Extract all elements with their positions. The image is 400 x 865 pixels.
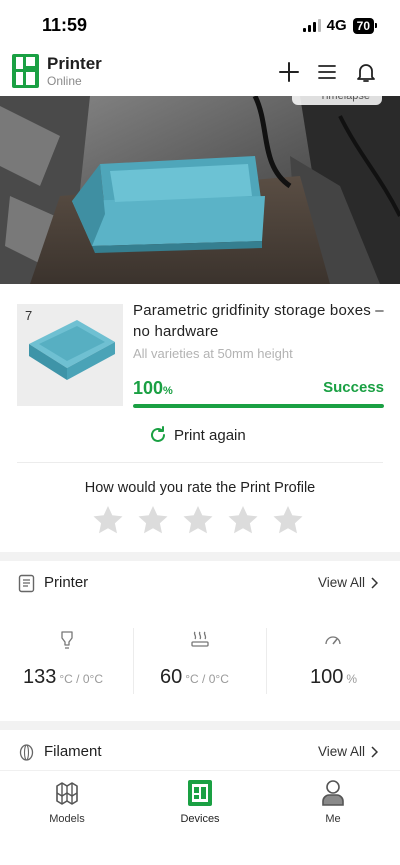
star-icon[interactable] [137,504,169,536]
model-preview-image [29,320,115,380]
print-speed-value: 100% [310,666,358,688]
tab-devices-label: Devices [180,813,220,825]
heatbed-temperature-stat: 60 °C / 0°C [133,626,266,696]
app-header: Printer Online [0,50,400,96]
tab-models[interactable]: Models [27,779,107,825]
printer-section-title: Printer [44,574,89,591]
timelapse-button[interactable]: Timelapse [291,96,382,105]
star-icon[interactable] [92,504,124,536]
print-speed-stat: 100% [266,626,399,696]
print-status: Success [323,379,384,396]
chevron-right-icon [371,745,378,758]
star-icon[interactable] [182,504,214,536]
filament-section-title: Filament [44,743,102,760]
nozzle-icon [61,631,73,649]
rating-stars[interactable] [92,504,304,536]
heatbed-temperature-value: 60 °C / 0°C [160,666,229,688]
rating-question: How would you rate the Print Profile [84,480,316,496]
plate-number: 7 [25,308,33,323]
progress-bar [133,404,384,408]
menu-icon[interactable] [315,60,339,84]
print-again-button[interactable]: Print again [148,425,246,445]
status-bar: 11:59 4G 70 [0,0,400,50]
models-icon [56,782,78,805]
chevron-right-icon [371,576,378,589]
profile-icon [322,780,344,806]
star-icon[interactable] [272,504,304,536]
status-time: 11:59 [42,15,88,35]
printer-online-status: Online [47,74,82,88]
tab-me-label: Me [325,813,341,825]
filament-view-all-link[interactable]: View All [318,744,378,759]
battery-icon: 70 [352,17,378,34]
print-job-title[interactable]: Parametric gridfinity storage boxes – no… [133,300,389,342]
nozzle-temperature-value: 133 °C / 0°C [23,666,103,688]
devices-icon [188,780,212,806]
divider [17,462,383,463]
filament-section-header: Filament View All [0,738,400,768]
printer-name[interactable]: Printer [47,54,102,74]
star-icon[interactable] [227,504,259,536]
status-indicators: 4G 70 [302,17,378,34]
nozzle-temperature-stat: 133 °C / 0°C [0,626,133,696]
print-thumbnail[interactable]: 7 [17,304,123,406]
plus-icon[interactable] [277,60,301,84]
refresh-icon [151,426,165,442]
camera-feed[interactable]: Timelapse [0,96,400,284]
network-type: 4G [326,17,347,34]
tab-devices[interactable]: Devices [160,779,240,825]
progress-percentage: 100% [133,378,173,398]
progress-bar-fill [133,404,384,408]
print-job-subtitle: All varieties at 50mm height [133,346,293,361]
print-again-label: Print again [174,426,246,444]
heatbed-icon [191,631,209,647]
section-separator [0,552,400,561]
filament-spool-icon [19,744,34,761]
printer-logo-icon [12,54,39,88]
bottom-tab-bar: Models Devices Me [0,770,400,865]
printer-section-header: Printer View All [0,569,400,599]
document-icon [18,574,35,593]
tab-models-label: Models [49,813,85,825]
tab-me[interactable]: Me [293,779,373,825]
speed-gauge-icon [325,636,341,645]
signal-icon [302,19,321,32]
printer-view-all-link[interactable]: View All [318,575,378,590]
camera-image [0,96,400,284]
section-separator [0,721,400,730]
bell-icon[interactable] [354,60,378,84]
